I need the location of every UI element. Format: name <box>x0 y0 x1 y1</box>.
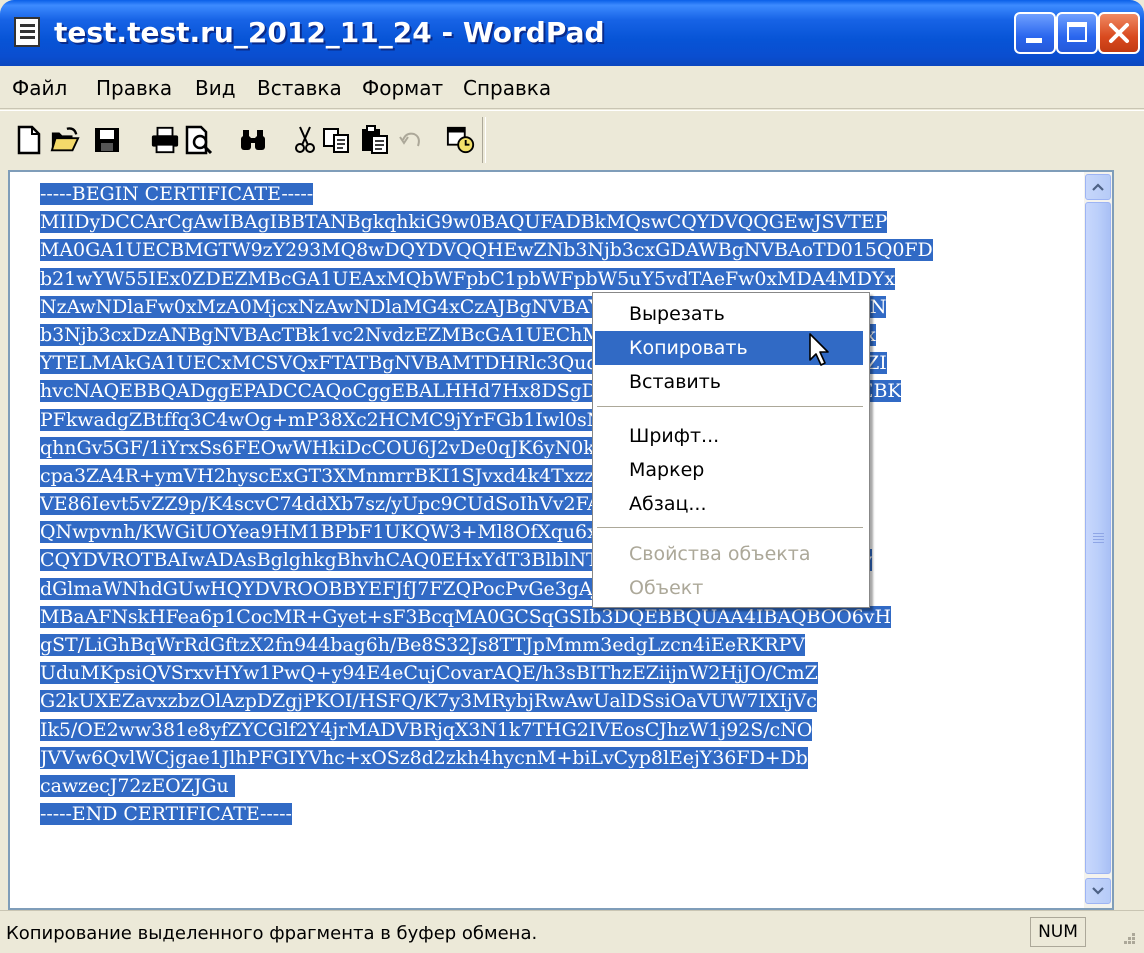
menu-item-paragraph[interactable]: Абзац... <box>595 487 863 521</box>
menu-bar: Файл Правка Вид Вставка Формат Справка <box>0 66 1144 109</box>
minimize-icon <box>1026 38 1042 43</box>
text-line[interactable]: b21wYW55IEx0ZDEZMBcGA1UEAxMQbWFpbC1pbWFp… <box>40 265 933 293</box>
menu-separator <box>597 527 863 528</box>
toolbar <box>0 110 1144 170</box>
print-icon[interactable] <box>150 125 180 155</box>
menu-file[interactable]: Файл <box>12 76 67 100</box>
text-line[interactable]: -----END CERTIFICATE----- <box>40 800 933 828</box>
scroll-thumb[interactable] <box>1085 202 1111 874</box>
document-area: -----BEGIN CERTIFICATE----- MIIDyDCCArCg… <box>0 168 1144 910</box>
status-message: Копирование выделенного фрагмента в буфе… <box>6 923 538 944</box>
new-icon[interactable] <box>14 125 44 155</box>
text-line[interactable]: JVVw6QvlWCjgae1JlhPFGIYVhc+xOSz8d2zkh4hy… <box>40 744 933 772</box>
window-title: test.test.ru_2012_11_24 - WordPad <box>54 16 605 49</box>
text-line[interactable]: MIIDyDCCArCgAwIBAgIBBTANBgkqhkiG9w0BAQUF… <box>40 208 933 236</box>
copy-icon[interactable] <box>322 125 352 155</box>
maximize-icon <box>1067 22 1087 42</box>
wordpad-app-icon[interactable] <box>14 17 40 47</box>
toolbar-separator <box>482 117 486 163</box>
text-line[interactable]: cawzecJ72zEOZJGu <box>40 772 933 800</box>
scroll-up-button[interactable] <box>1085 174 1111 200</box>
menu-item-object: Объект <box>629 577 704 599</box>
menu-item-object-properties: Свойства объекта <box>629 543 811 565</box>
menu-item-bullet[interactable]: Маркер <box>595 453 863 487</box>
minimize-button[interactable] <box>1014 12 1056 54</box>
mouse-cursor-icon <box>809 333 829 366</box>
paste-icon[interactable] <box>360 125 390 155</box>
wordpad-window: test.test.ru_2012_11_24 - WordPad Файл П… <box>0 0 1144 953</box>
menu-separator <box>597 406 863 407</box>
text-line[interactable]: UduMKpsiQVSrxvHYw1PwQ+y94E4eCujCovarAQE/… <box>40 659 933 687</box>
undo-icon[interactable] <box>396 125 426 155</box>
status-bar: Копирование выделенного фрагмента в буфе… <box>0 910 1144 953</box>
maximize-button[interactable] <box>1056 12 1098 54</box>
menu-item-font[interactable]: Шрифт... <box>595 419 863 453</box>
cut-icon[interactable] <box>290 125 320 155</box>
text-line[interactable]: -----BEGIN CERTIFICATE----- <box>40 180 933 208</box>
chevron-up-icon <box>1092 183 1104 191</box>
close-button[interactable] <box>1098 12 1140 54</box>
save-icon[interactable] <box>92 125 122 155</box>
chevron-down-icon <box>1092 887 1104 895</box>
num-lock-indicator: NUM <box>1030 917 1086 947</box>
title-bar[interactable]: test.test.ru_2012_11_24 - WordPad <box>0 0 1144 66</box>
scroll-down-button[interactable] <box>1085 878 1111 904</box>
insert-datetime-icon[interactable] <box>446 125 476 155</box>
text-editor[interactable]: -----BEGIN CERTIFICATE----- MIIDyDCCArCg… <box>8 170 1114 910</box>
text-line[interactable]: MA0GA1UECBMGTW9zY293MQ8wDQYDVQQHEwZNb3Nj… <box>40 236 933 264</box>
close-icon <box>1109 23 1129 43</box>
text-line[interactable]: gST/LiGhBqWrRdGftzX2fn944bag6h/Be8S32Js8… <box>40 631 933 659</box>
print-preview-icon[interactable] <box>184 125 214 155</box>
menu-item-cut[interactable]: Вырезать <box>595 297 863 331</box>
menu-view[interactable]: Вид <box>195 76 236 100</box>
text-line[interactable]: G2kUXEZavxzbzOlAzpDZgjPKOI/HSFQ/K7y3MRyb… <box>40 687 933 715</box>
menu-format[interactable]: Формат <box>362 76 443 100</box>
text-line[interactable]: Ik5/OE2ww381e8yfZYCGlf2Y4jrMADVBRjqX3N1k… <box>40 716 933 744</box>
find-icon[interactable] <box>238 125 268 155</box>
menu-help[interactable]: Справка <box>463 76 551 100</box>
open-icon[interactable] <box>50 125 80 155</box>
resize-grip-icon[interactable] <box>1118 931 1138 951</box>
menu-insert[interactable]: Вставка <box>257 76 342 100</box>
vertical-scrollbar[interactable] <box>1084 172 1112 908</box>
menu-item-paste[interactable]: Вставить <box>595 365 863 399</box>
menu-edit[interactable]: Правка <box>96 76 172 100</box>
